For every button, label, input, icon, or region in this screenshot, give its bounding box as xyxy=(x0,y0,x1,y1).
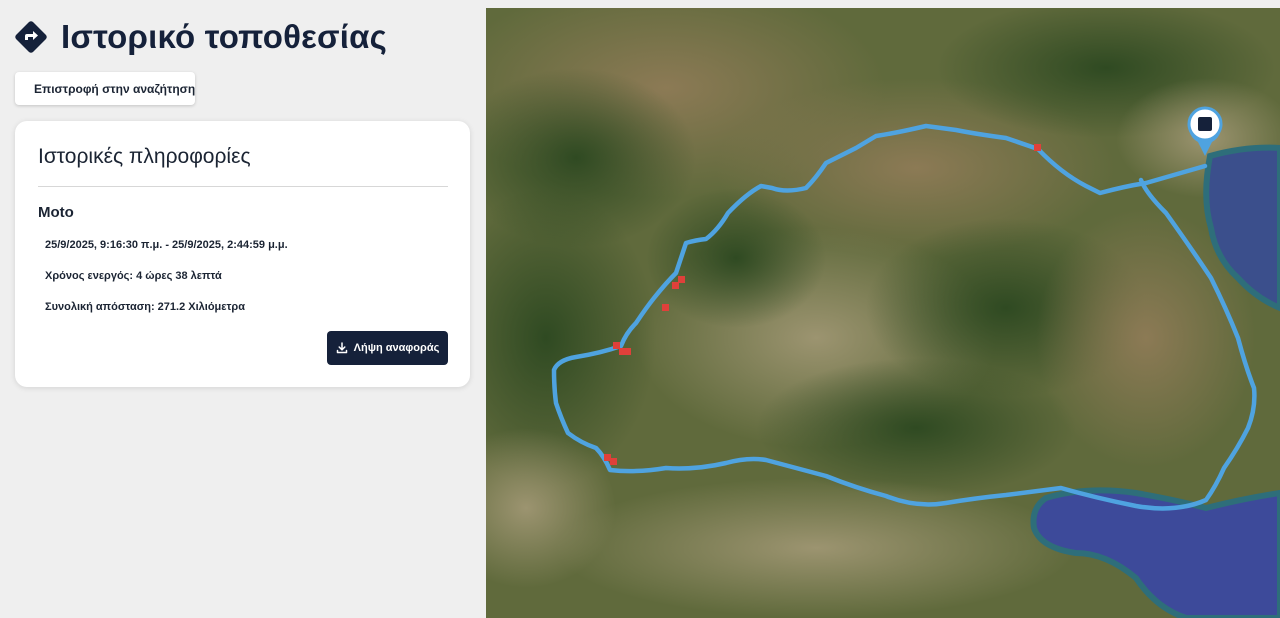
back-to-search-button[interactable]: Επιστροφή στην αναζήτηση xyxy=(15,72,195,105)
page-title: Ιστορικό τοποθεσίας xyxy=(61,18,387,55)
vehicle-name: Moto xyxy=(38,204,74,221)
satellite-map[interactable] xyxy=(486,8,1280,618)
download-report-button[interactable]: Λήψη αναφοράς xyxy=(327,331,448,365)
card-title: Ιστορικές πληροφορίες xyxy=(38,145,251,168)
date-range: 25/9/2025, 9:16:30 π.μ. - 25/9/2025, 2:4… xyxy=(45,239,288,251)
total-distance: Συνολική απόσταση: 271.2 Χιλιόμετρα xyxy=(45,301,245,313)
active-time: Χρόνος ενεργός: 4 ώρες 38 λεπτά xyxy=(45,270,222,282)
stop-marker[interactable] xyxy=(613,342,620,349)
divider xyxy=(38,186,448,187)
directions-icon xyxy=(15,21,47,53)
stop-marker[interactable] xyxy=(672,282,679,289)
stop-marker[interactable] xyxy=(604,454,611,461)
stop-marker[interactable] xyxy=(610,458,617,465)
download-button-label: Λήψη αναφοράς xyxy=(353,342,440,354)
back-button-label: Επιστροφή στην αναζήτηση xyxy=(34,81,196,96)
download-icon xyxy=(336,342,347,354)
stop-marker[interactable] xyxy=(662,304,669,311)
stop-marker[interactable] xyxy=(1034,144,1041,151)
page-header: Ιστορικό τοποθεσίας xyxy=(14,17,387,57)
history-info-card: Ιστορικές πληροφορίες Moto 25/9/2025, 9:… xyxy=(15,121,470,387)
stop-marker[interactable] xyxy=(624,348,631,355)
map-view[interactable] xyxy=(486,8,1280,618)
stop-marker[interactable] xyxy=(678,276,685,283)
